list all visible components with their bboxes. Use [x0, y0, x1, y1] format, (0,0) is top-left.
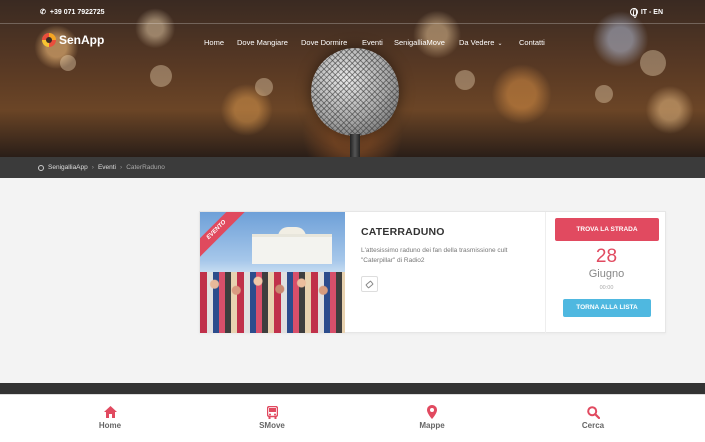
phone-contact[interactable]: ✆ +39 071 7922725 [40, 8, 105, 17]
map-pin-icon [402, 405, 462, 419]
top-bar: ✆ +39 071 7922725 IT - EN [0, 0, 705, 24]
event-day: 28 [595, 246, 618, 267]
bus-icon [242, 405, 302, 419]
nav-dove-dormire[interactable]: Dove Dormire [301, 38, 347, 47]
site-logo[interactable]: SenApp [42, 33, 104, 47]
footer-band [0, 383, 705, 394]
phone-number: +39 071 7922725 [49, 8, 105, 16]
sun-logo-icon [42, 33, 56, 47]
event-month: Giugno [588, 268, 625, 280]
breadcrumb: SenigalliaApp › Eventi › CaterRaduno [0, 157, 705, 178]
back-to-list-button[interactable]: TORNA ALLA LISTA [563, 299, 651, 317]
bokeh-light [595, 85, 613, 103]
globe-icon [629, 8, 638, 18]
nav-home[interactable]: Home [204, 38, 224, 47]
hero-banner: ✆ +39 071 7922725 IT - EN SenApp Home Do… [0, 0, 705, 157]
nav-senigalliamove[interactable]: SenigalliaMove [394, 38, 445, 47]
bottom-nav-cerca[interactable]: Cerca [563, 405, 623, 430]
bottom-navigation: Home SMove Mappe Cerca [0, 394, 705, 442]
event-image[interactable]: EVENTO [200, 212, 345, 333]
logo-text: SenApp [59, 33, 105, 47]
crowd [200, 272, 345, 333]
event-title[interactable]: CATERRADUNO [361, 226, 541, 238]
search-icon [563, 405, 623, 419]
event-card: EVENTO CATERRADUNO L'attesissimo raduno … [199, 211, 666, 333]
event-description: L'attesissimo raduno dei fan della trasm… [361, 247, 508, 264]
language-label: IT - EN [640, 8, 663, 16]
nav-da-vedere[interactable]: Da Vedere ⌄ [459, 38, 502, 47]
building [252, 234, 332, 264]
breadcrumb-separator: › [91, 164, 94, 171]
bottom-nav-smove-label: SMove [259, 421, 285, 430]
language-switcher[interactable]: IT - EN [629, 8, 663, 18]
bottom-nav-mappe-label: Mappe [419, 421, 445, 430]
home-icon [80, 405, 140, 419]
bottom-nav-mappe[interactable]: Mappe [402, 405, 462, 430]
bottom-nav-home[interactable]: Home [80, 405, 140, 430]
bokeh-light [255, 78, 273, 96]
bottom-nav-home-label: Home [98, 421, 122, 430]
microphone-image [311, 48, 399, 136]
bottom-nav-smove[interactable]: SMove [242, 405, 302, 430]
ticket-icon[interactable] [361, 276, 378, 292]
event-ribbon: EVENTO [200, 212, 247, 260]
breadcrumb-current: CaterRaduno [126, 164, 165, 171]
bokeh-light [455, 70, 475, 90]
event-side-panel: TROVA LA STRADA 28 Giugno 00:00 TORNA AL… [545, 212, 666, 333]
bokeh-light [640, 50, 666, 76]
breadcrumb-home[interactable]: SenigalliaApp [48, 164, 88, 171]
event-body: CATERRADUNO L'attesissimo raduno dei fan… [361, 226, 541, 266]
microphone-stand [350, 134, 360, 157]
nav-da-vedere-label: Da Vedere [459, 38, 495, 47]
event-time: 00:00 [599, 285, 614, 291]
nav-dove-mangiare[interactable]: Dove Mangiare [237, 38, 288, 47]
location-icon [38, 164, 44, 171]
chevron-down-icon: ⌄ [497, 41, 503, 47]
breadcrumb-separator: › [120, 164, 123, 171]
find-route-button[interactable]: TROVA LA STRADA [555, 218, 659, 241]
bokeh-light [60, 55, 76, 71]
phone-icon: ✆ [40, 9, 46, 16]
bottom-nav-cerca-label: Cerca [581, 421, 605, 430]
nav-contatti[interactable]: Contatti [519, 38, 545, 47]
bokeh-light [150, 65, 172, 87]
nav-eventi[interactable]: Eventi [362, 38, 383, 47]
breadcrumb-eventi[interactable]: Eventi [98, 164, 116, 171]
